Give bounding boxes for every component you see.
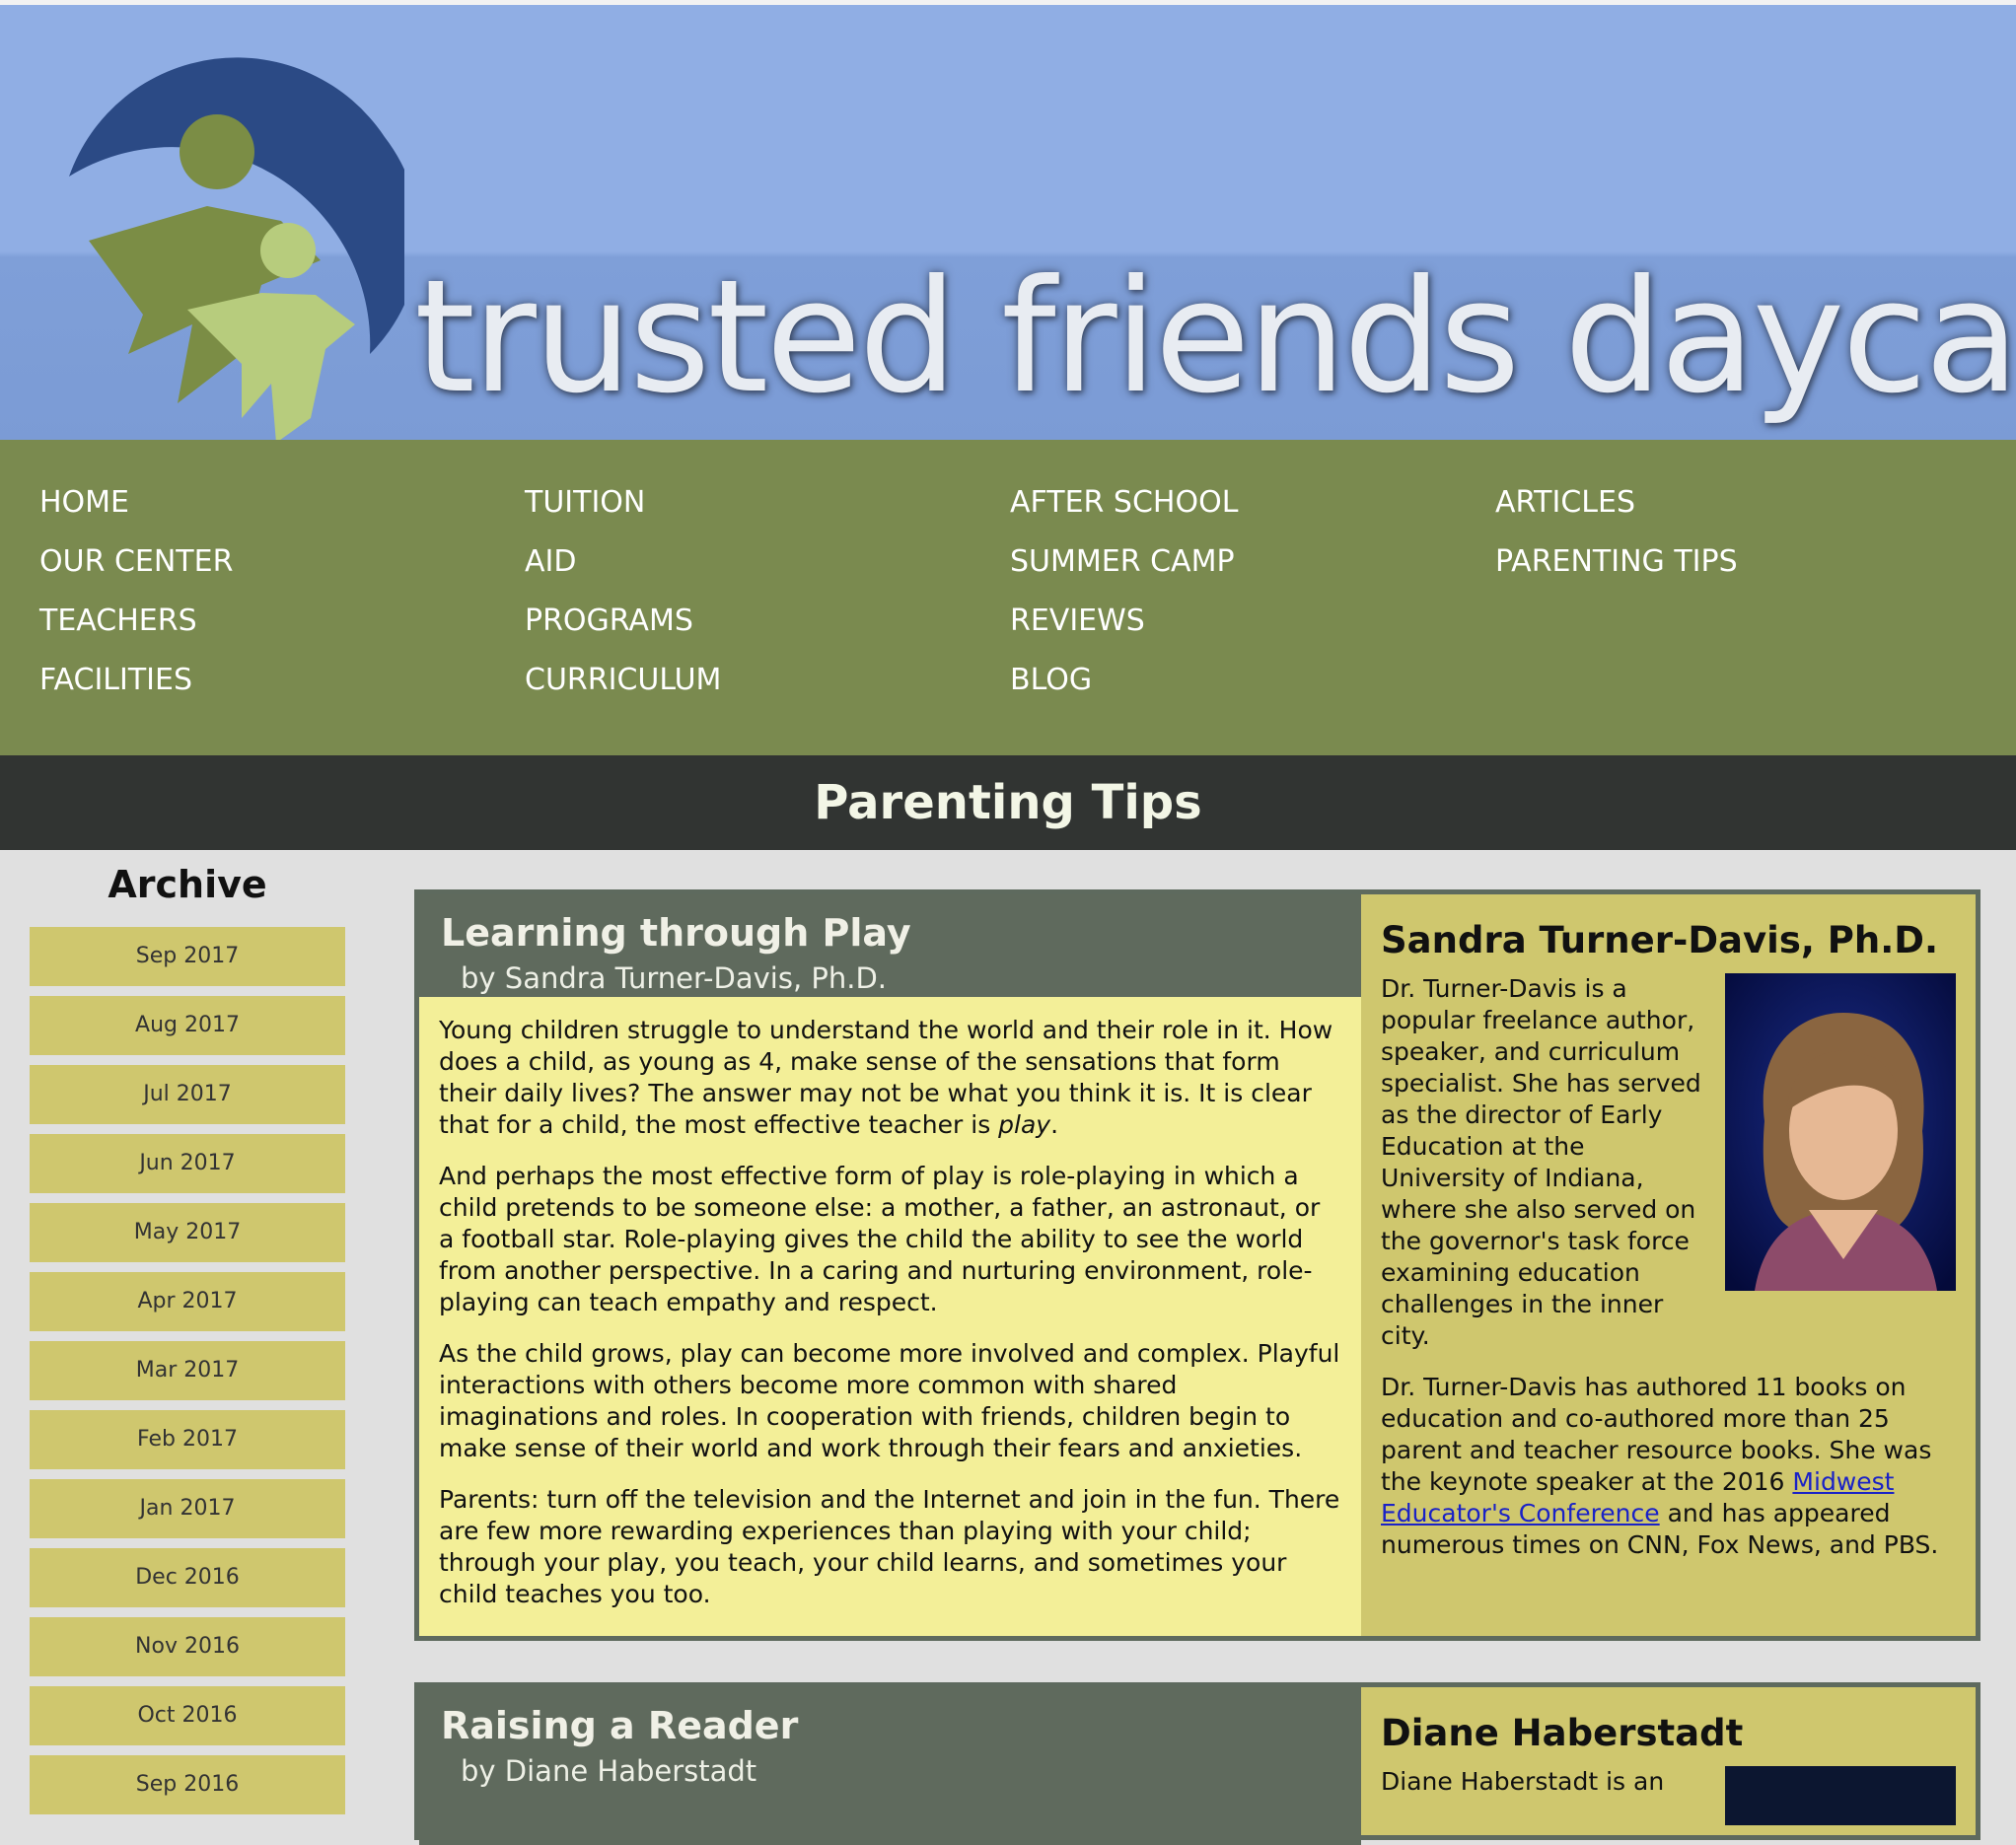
nav-link-reviews[interactable]: REVIEWS xyxy=(1010,592,1238,651)
article-header: Raising a Reader by Diane Haberstadt xyxy=(419,1687,1361,1845)
nav-column-2: TUITION AID PROGRAMS CURRICULUM xyxy=(525,473,721,710)
archive-item-dec-2016[interactable]: Dec 2016 xyxy=(30,1548,345,1607)
author-name: Diane Haberstadt xyxy=(1381,1712,1744,1754)
article-paragraph: Young children struggle to understand th… xyxy=(439,1016,1333,1139)
nav-column-4: ARTICLES PARENTING TIPS xyxy=(1495,473,1738,592)
archive-item-jan-2017[interactable]: Jan 2017 xyxy=(30,1479,345,1538)
archive-item-sep-2016[interactable]: Sep 2016 xyxy=(30,1755,345,1814)
archive-item-feb-2017[interactable]: Feb 2017 xyxy=(30,1410,345,1469)
main-nav: HOME OUR CENTER TEACHERS FACILITIES TUIT… xyxy=(0,440,2016,755)
nav-link-articles[interactable]: ARTICLES xyxy=(1495,473,1738,532)
article-byline: by Sandra Turner-Davis, Ph.D. xyxy=(461,961,888,995)
page-title-bar: Parenting Tips xyxy=(0,755,2016,850)
article-body: Young children struggle to understand th… xyxy=(419,997,1361,1636)
nav-link-facilities[interactable]: FACILITIES xyxy=(39,651,233,710)
article-title: Raising a Reader xyxy=(441,1704,799,1747)
nav-link-blog[interactable]: BLOG xyxy=(1010,651,1238,710)
author-photo xyxy=(1725,973,1956,1291)
archive-item-apr-2017[interactable]: Apr 2017 xyxy=(30,1272,345,1331)
page-title: Parenting Tips xyxy=(814,775,1202,830)
archive-item-jun-2017[interactable]: Jun 2017 xyxy=(30,1134,345,1193)
article-card: Raising a Reader by Diane Haberstadt Dia… xyxy=(414,1682,1980,1845)
site-banner: trusted friends daycare xyxy=(0,0,2016,440)
article-byline: by Diane Haberstadt xyxy=(461,1754,757,1788)
article-paragraph: As the child grows, play can become more… xyxy=(439,1339,1340,1462)
article-title: Learning through Play xyxy=(441,911,911,955)
article-paragraph: And perhaps the most effective form of p… xyxy=(439,1162,1321,1316)
author-name: Sandra Turner-Davis, Ph.D. xyxy=(1381,919,1939,961)
archive-list: Sep 2017 Aug 2017 Jul 2017 Jun 2017 May … xyxy=(30,927,345,1824)
author-photo xyxy=(1725,1766,1956,1825)
archive-item-aug-2017[interactable]: Aug 2017 xyxy=(30,996,345,1055)
nav-link-aid[interactable]: AID xyxy=(525,532,721,592)
archive-item-jul-2017[interactable]: Jul 2017 xyxy=(30,1065,345,1124)
archive-heading: Archive xyxy=(108,863,267,906)
nav-link-our-center[interactable]: OUR CENTER xyxy=(39,532,233,592)
nav-link-home[interactable]: HOME xyxy=(39,473,233,532)
article-header: Learning through Play by Sandra Turner-D… xyxy=(419,894,1361,997)
brand-name: trusted friends daycare xyxy=(414,247,2016,428)
archive-item-oct-2016[interactable]: Oct 2016 xyxy=(30,1686,345,1745)
article-paragraph: Parents: turn off the television and the… xyxy=(439,1485,1340,1608)
nav-link-programs[interactable]: PROGRAMS xyxy=(525,592,721,651)
nav-link-teachers[interactable]: TEACHERS xyxy=(39,592,233,651)
nav-link-after-school[interactable]: AFTER SCHOOL xyxy=(1010,473,1238,532)
nav-link-parenting-tips[interactable]: PARENTING TIPS xyxy=(1495,532,1738,592)
nav-link-tuition[interactable]: TUITION xyxy=(525,473,721,532)
archive-item-nov-2016[interactable]: Nov 2016 xyxy=(30,1617,345,1676)
article-main: Raising a Reader by Diane Haberstadt xyxy=(419,1687,1361,1845)
article-card: Learning through Play by Sandra Turner-D… xyxy=(414,889,1980,1641)
archive-item-may-2017[interactable]: May 2017 xyxy=(30,1203,345,1262)
author-bio-paragraph: Dr. Turner-Davis has authored 11 books o… xyxy=(1381,1373,1939,1559)
archive-item-sep-2017[interactable]: Sep 2017 xyxy=(30,927,345,986)
daycare-logo-icon xyxy=(69,57,404,440)
nav-column-1: HOME OUR CENTER TEACHERS FACILITIES xyxy=(39,473,233,710)
nav-link-curriculum[interactable]: CURRICULUM xyxy=(525,651,721,710)
author-bio: Sandra Turner-Davis, Ph.D. Dr. Turner-Da… xyxy=(1361,894,1976,1581)
author-bio: Diane Haberstadt Diane Haberstadt is an xyxy=(1361,1687,1976,1825)
article-main: Learning through Play by Sandra Turner-D… xyxy=(419,894,1361,1636)
archive-item-mar-2017[interactable]: Mar 2017 xyxy=(30,1341,345,1400)
nav-link-summer-camp[interactable]: SUMMER CAMP xyxy=(1010,532,1238,592)
nav-column-3: AFTER SCHOOL SUMMER CAMP REVIEWS BLOG xyxy=(1010,473,1238,710)
